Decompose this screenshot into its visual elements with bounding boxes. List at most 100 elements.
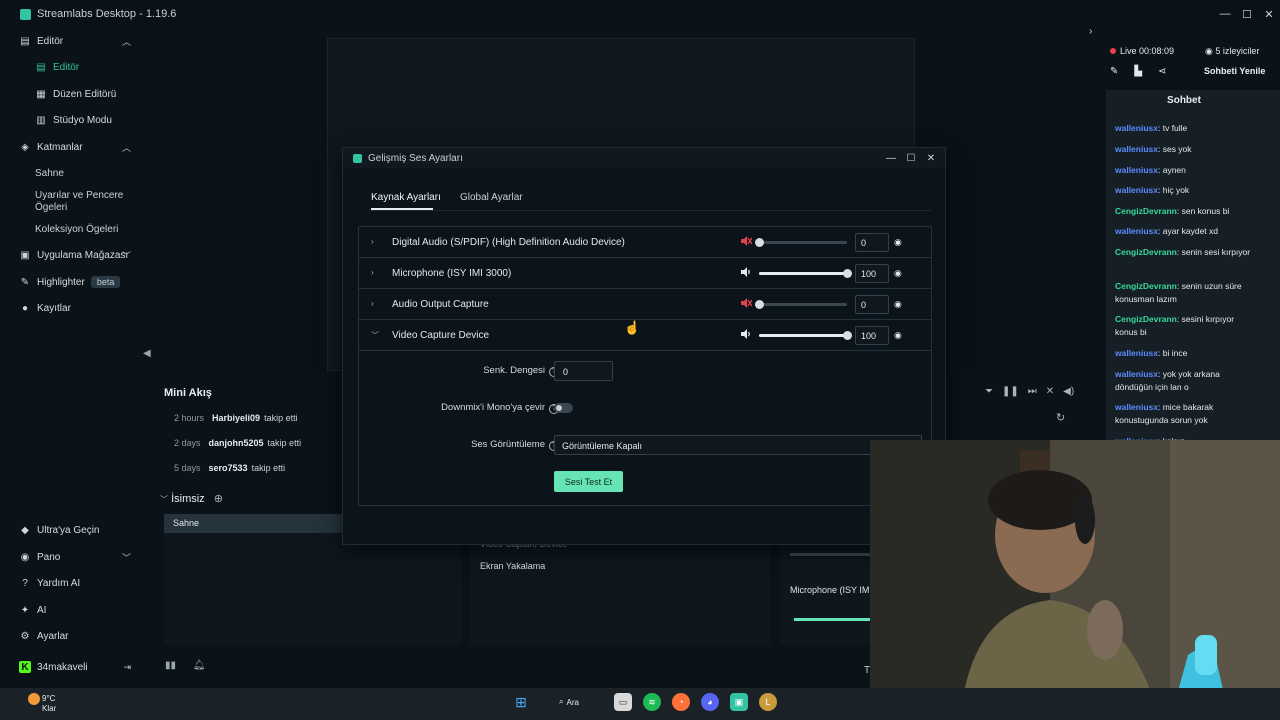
mute-alerts-icon[interactable]: ✕	[1046, 386, 1054, 397]
sidebar-item-help-ai[interactable]: ? Yardım AI	[0, 572, 141, 594]
volume-input[interactable]: 0	[855, 295, 889, 314]
chevron-right-icon[interactable]: ›	[371, 299, 374, 308]
volume-knob[interactable]	[755, 238, 764, 247]
scene-collection-header[interactable]: ﹀ İsimsiz ⊕	[160, 492, 340, 508]
mixer-slider[interactable]	[790, 553, 870, 556]
audio-source-row[interactable]: › Digital Audio (S/PDIF) (High Definition…	[359, 227, 931, 258]
sidebar-section-editor[interactable]: ▤ Editör ︿	[0, 30, 141, 52]
chat-username[interactable]: walleniusx	[1115, 402, 1158, 412]
collapse-sidebar-icon[interactable]: ◀	[143, 348, 151, 359]
stats-icon[interactable]: ▮▮	[165, 660, 176, 671]
sidebar-item-editor[interactable]: ▤ Editör	[0, 56, 141, 78]
sidebar-item-ultra[interactable]: ◆ Ultra'ya Geçin	[0, 519, 141, 541]
tab-global-settings[interactable]: Global Ayarlar	[460, 192, 523, 203]
speaker-icon[interactable]	[740, 266, 752, 278]
chat-username[interactable]: walleniusx	[1115, 144, 1158, 154]
logout-icon[interactable]: ⇥	[123, 662, 131, 673]
chat-username[interactable]: walleniusx	[1115, 165, 1158, 175]
refresh-chat-button[interactable]: Sohbeti Yenile	[1204, 66, 1265, 76]
minimize-icon[interactable]: —	[881, 148, 901, 168]
store-icon: ▣	[20, 249, 30, 261]
chat-username[interactable]: CengizDevrann	[1115, 247, 1177, 257]
scene-item[interactable]: Sahne	[164, 514, 342, 533]
skip-icon[interactable]: ⏭	[1028, 386, 1037, 397]
speaker-icon[interactable]	[740, 328, 752, 340]
visibility-eye-icon[interactable]: ◉	[894, 330, 902, 341]
expand-chat-icon[interactable]: ›	[1089, 26, 1092, 37]
sidebar-item-alerts[interactable]: Uyarılar ve Pencere	[35, 190, 123, 201]
visibility-eye-icon[interactable]: ◉	[894, 237, 902, 248]
source-item[interactable]: Ekran Yakalama	[480, 561, 545, 571]
add-scene-icon[interactable]: ⊕	[214, 493, 223, 505]
volume-knob[interactable]	[755, 300, 764, 309]
sidebar-item-alerts-cont[interactable]: Ögeleri	[35, 202, 67, 213]
filter-icon[interactable]: ⏷	[985, 386, 993, 397]
tab-source-settings[interactable]: Kaynak Ayarları	[371, 192, 441, 203]
streamlabs-taskbar-icon[interactable]: ▣	[730, 693, 748, 711]
spotify-icon[interactable]: ≋	[643, 693, 661, 711]
edit-stream-icon[interactable]: ✎	[1110, 66, 1118, 77]
maximize-icon[interactable]: ☐	[901, 148, 921, 168]
notification-icon[interactable]: 🔔︎	[193, 660, 206, 671]
sidebar-item-ai[interactable]: ✦ AI	[0, 599, 141, 621]
volume-knob[interactable]	[843, 269, 852, 278]
league-of-legends-icon[interactable]: L	[759, 693, 777, 711]
refresh-icon[interactable]: ↻	[1056, 411, 1065, 424]
chevron-right-icon[interactable]: ›	[371, 237, 374, 246]
chat-username[interactable]: walleniusx	[1115, 185, 1158, 195]
volume-slider[interactable]	[759, 269, 852, 278]
chat-username[interactable]: walleniusx	[1115, 226, 1158, 236]
weather-widget[interactable]: 9°C Klar	[42, 694, 56, 714]
pause-icon[interactable]: ❚❚	[1002, 386, 1019, 397]
chevron-right-icon[interactable]: ›	[371, 268, 374, 277]
chat-username[interactable]: walleniusx	[1115, 369, 1158, 379]
sidebar-item-dashboard[interactable]: ◉ Pano ﹀	[0, 546, 141, 568]
test-audio-button[interactable]: Sesi Test Et	[554, 471, 623, 492]
volume-slider[interactable]	[759, 331, 852, 340]
sidebar-item-collection[interactable]: Koleksiyon Ögeleri	[35, 224, 118, 235]
sidebar-section-layers[interactable]: ◈ Katmanlar ︿	[0, 136, 141, 158]
chevron-down-icon[interactable]: ﹀	[371, 330, 379, 341]
sidebar-section-store[interactable]: ▣ Uygulama Mağazası ﹀	[0, 244, 141, 266]
audio-source-row[interactable]: › Audio Output Capture 0 ◉	[359, 289, 931, 320]
visibility-eye-icon[interactable]: ◉	[894, 268, 902, 279]
speaker-muted-icon[interactable]	[740, 235, 752, 247]
volume-input[interactable]: 0	[855, 233, 889, 252]
file-explorer-icon[interactable]: ▭	[614, 693, 632, 711]
sidebar-item-layout-editor[interactable]: ▦ Düzen Editörü	[0, 83, 141, 105]
firefox-icon[interactable]: ◔	[672, 693, 690, 711]
volume-slider[interactable]	[755, 300, 847, 309]
sidebar-item-account[interactable]: K 34makaveli ⇥	[0, 656, 141, 678]
volume-slider[interactable]	[755, 238, 847, 247]
windows-start-icon[interactable]: ⊞	[512, 693, 530, 711]
sidebar-section-highlighter[interactable]: ✎ Highlighter beta	[0, 271, 141, 293]
audio-source-row[interactable]: › Microphone (ISY IMI 3000) 100 ◉	[359, 258, 931, 289]
taskbar-search[interactable]: ⌕ Ara	[559, 693, 593, 711]
audio-source-row[interactable]: ﹀ Video Capture Device 100 ◉	[359, 320, 931, 351]
chat-username[interactable]: walleniusx	[1115, 123, 1158, 133]
clip-icon[interactable]: ▙	[1134, 66, 1142, 77]
sidebar-item-scene[interactable]: Sahne	[35, 168, 64, 179]
maximize-icon[interactable]: ☐	[1236, 0, 1258, 28]
chat-username[interactable]: CengizDevrann	[1115, 314, 1177, 324]
discord-icon[interactable]: ◕	[701, 693, 719, 711]
volume-input[interactable]: 100	[855, 326, 889, 345]
audio-monitoring-select[interactable]: Görüntüleme Kapalı	[554, 435, 922, 455]
visibility-eye-icon[interactable]: ◉	[894, 299, 902, 310]
share-icon[interactable]: ⋖	[1158, 66, 1166, 77]
sidebar-section-recordings[interactable]: ● Kayıtlar	[0, 297, 141, 319]
minimize-icon[interactable]: —	[1214, 0, 1236, 28]
sidebar-item-settings[interactable]: ⚙ Ayarlar	[0, 625, 141, 647]
close-icon[interactable]: ✕	[1258, 0, 1280, 28]
volume-icon[interactable]: ◀)	[1063, 386, 1074, 397]
chat-username[interactable]: CengizDevrann	[1115, 206, 1177, 216]
speaker-muted-icon[interactable]	[740, 297, 752, 309]
chat-username[interactable]: walleniusx	[1115, 348, 1158, 358]
close-icon[interactable]: ✕	[921, 148, 941, 168]
downmix-toggle[interactable]	[554, 403, 573, 413]
sidebar-item-studio-mode[interactable]: ▥ Stüdyo Modu	[0, 109, 141, 131]
volume-knob[interactable]	[843, 331, 852, 340]
volume-input[interactable]: 100	[855, 264, 889, 283]
chat-username[interactable]: CengizDevrann	[1115, 281, 1177, 291]
sync-offset-input[interactable]: 0	[554, 361, 613, 381]
